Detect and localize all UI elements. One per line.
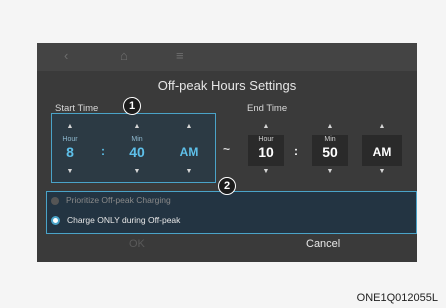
back-icon[interactable]: ‹ [64, 48, 68, 63]
callout-2-badge: 2 [218, 177, 236, 195]
radio-selected-icon [51, 216, 60, 226]
start-min-field[interactable]: Min 40 [121, 136, 153, 160]
end-min-field[interactable]: Min 50 [314, 136, 346, 160]
ok-button[interactable]: OK [129, 238, 145, 250]
callout-1-badge: 1 [123, 97, 141, 115]
option-charge-only-off-peak[interactable]: Charge ONLY during Off-peak [51, 215, 181, 226]
start-min-up-arrow-icon[interactable]: ▲ [121, 123, 153, 130]
option-label: Charge ONLY during Off-peak [67, 215, 181, 225]
home-icon[interactable]: ⌂ [120, 48, 128, 63]
start-ampm-down-arrow-icon[interactable]: ▼ [173, 168, 205, 175]
option-label: Prioritize Off-peak Charging [66, 195, 171, 205]
start-colon: : [101, 144, 105, 158]
end-hour-field[interactable]: Hour 10 [250, 136, 282, 160]
start-hour-field[interactable]: Hour 8 [54, 136, 86, 160]
top-bar: ‹ ⌂ ≡ [37, 43, 417, 71]
radio-unselected-icon [51, 196, 59, 205]
end-colon: : [294, 144, 298, 158]
start-hour-up-arrow-icon[interactable]: ▲ [54, 123, 86, 130]
end-time-label: End Time [247, 103, 288, 114]
page-title: Off-peak Hours Settings [157, 78, 297, 93]
settings-screen: ‹ ⌂ ≡ Off-peak Hours Settings Start Time… [37, 43, 417, 262]
start-hour-down-arrow-icon[interactable]: ▼ [54, 168, 86, 175]
end-ampm-down-arrow-icon[interactable]: ▼ [366, 168, 398, 175]
start-hour-value: 8 [66, 144, 74, 160]
end-hour-label: Hour [258, 136, 274, 143]
end-min-down-arrow-icon[interactable]: ▼ [314, 168, 346, 175]
time-range-tilde: ~ [223, 142, 231, 156]
end-hour-up-arrow-icon[interactable]: ▲ [250, 123, 282, 130]
end-min-label: Min [324, 136, 336, 143]
end-min-up-arrow-icon[interactable]: ▲ [314, 123, 346, 130]
end-min-value: 50 [322, 144, 338, 160]
start-min-down-arrow-icon[interactable]: ▼ [121, 168, 153, 175]
end-hour-value: 10 [258, 144, 274, 160]
end-hour-down-arrow-icon[interactable]: ▼ [250, 168, 282, 175]
start-ampm-up-arrow-icon[interactable]: ▲ [173, 123, 205, 130]
start-ampm-field[interactable]: AM [173, 145, 205, 159]
end-ampm-field[interactable]: AM [366, 145, 398, 159]
figure-code: ONE1Q012055L [356, 292, 438, 304]
option-prioritize-off-peak[interactable]: Prioritize Off-peak Charging [51, 195, 171, 205]
end-ampm-up-arrow-icon[interactable]: ▲ [366, 123, 398, 130]
start-min-label: Min [131, 136, 143, 143]
start-min-value: 40 [129, 144, 145, 160]
start-hour-label: Hour [62, 136, 78, 143]
cancel-button[interactable]: Cancel [306, 238, 340, 250]
menu-icon[interactable]: ≡ [176, 48, 184, 63]
